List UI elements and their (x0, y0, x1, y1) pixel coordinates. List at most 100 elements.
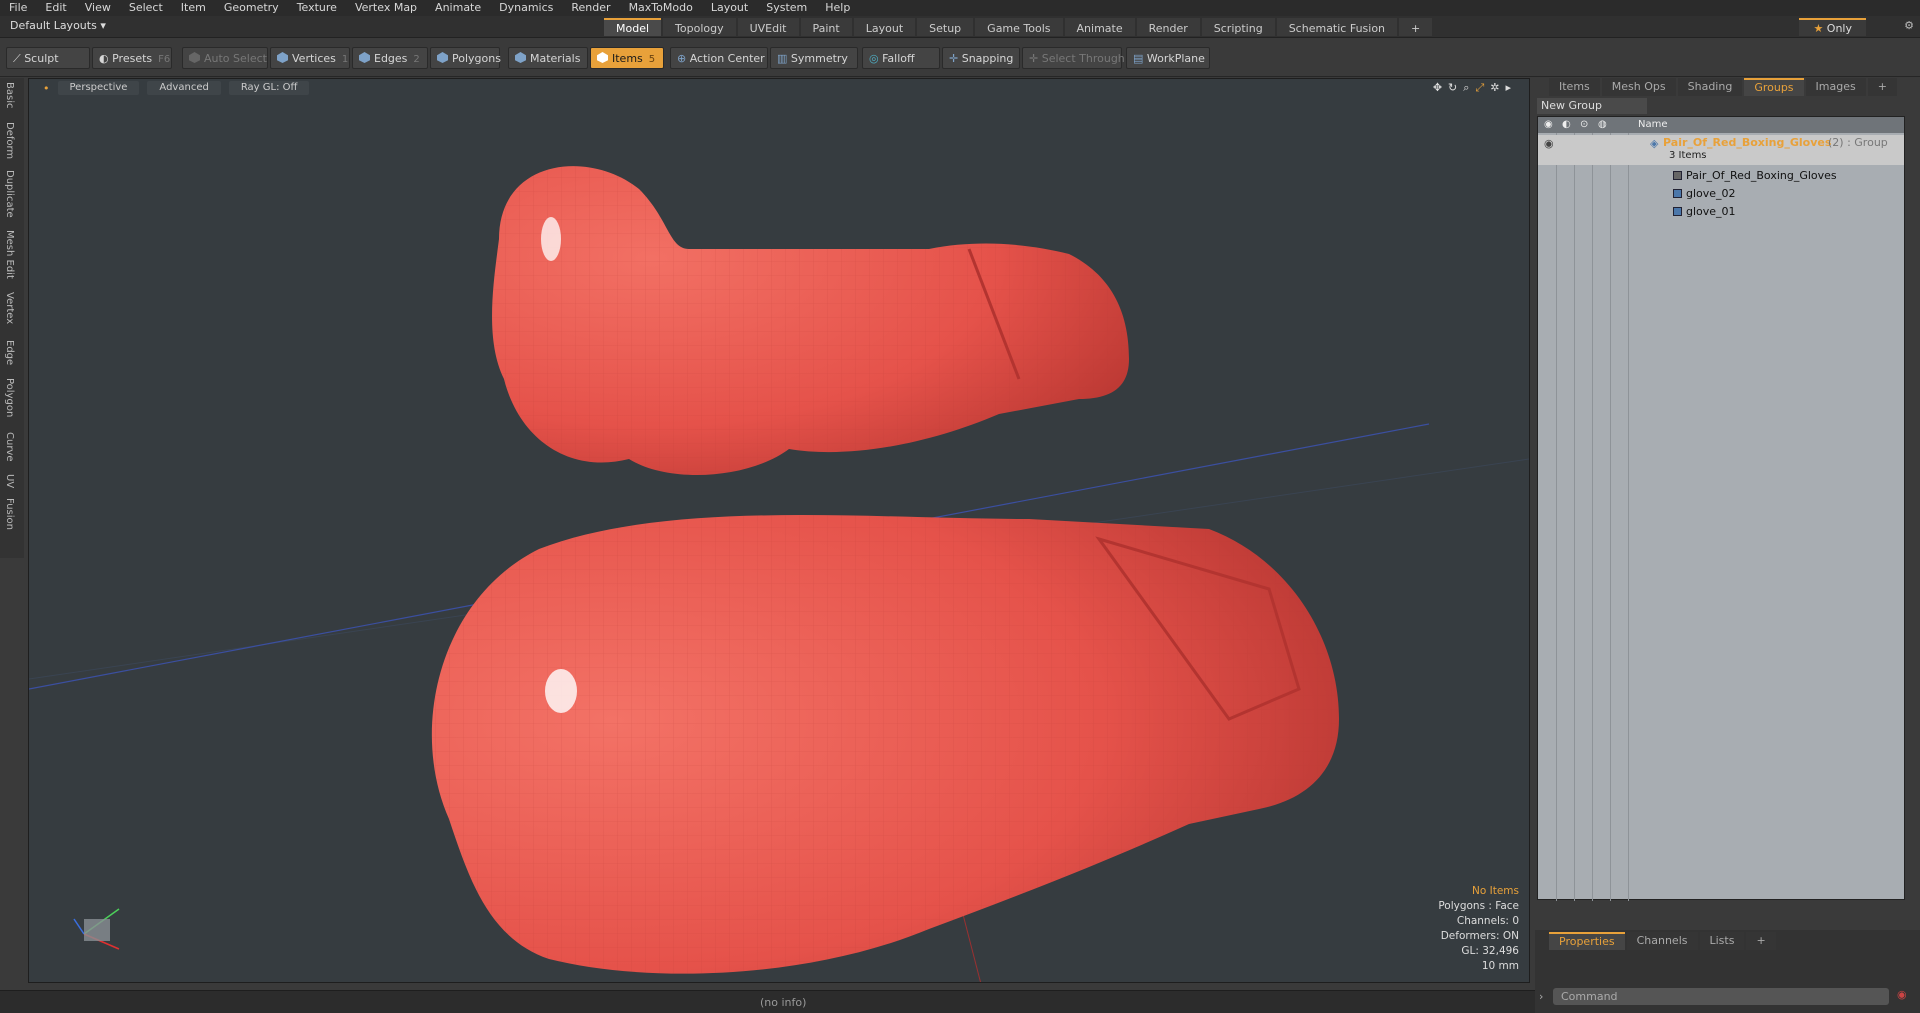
workplane-button[interactable]: ▤ WorkPlane (1126, 47, 1210, 69)
shading-mode-selector[interactable]: Advanced (147, 81, 221, 95)
tab-setup[interactable]: Setup (917, 18, 974, 36)
tab-groups[interactable]: Groups (1744, 78, 1804, 96)
menu-geometry[interactable]: Geometry (215, 0, 288, 16)
tab-mesh-edit[interactable]: Mesh Edit (4, 230, 15, 279)
command-input[interactable]: Command (1553, 988, 1889, 1005)
polygons-button[interactable]: Polygons (430, 47, 501, 69)
tree-item-label: Pair_Of_Red_Boxing_Gloves (1686, 169, 1837, 182)
sculpt-label: Sculpt (24, 52, 59, 65)
add-tab-icon[interactable]: + (1746, 932, 1776, 950)
eye-icon[interactable]: ◉ (1544, 117, 1553, 133)
tab-animate[interactable]: Animate (1064, 18, 1135, 36)
tab-items[interactable]: Items (1549, 78, 1600, 96)
new-group-button[interactable]: New Group (1537, 98, 1647, 114)
workplane-icon: ▤ (1133, 52, 1147, 65)
menu-render[interactable]: Render (562, 0, 619, 16)
symmetry-button[interactable]: ▥ Symmetry (770, 47, 858, 69)
menu-view[interactable]: View (76, 0, 120, 16)
tab-fusion[interactable]: Fusion (4, 498, 15, 530)
zoom-icon[interactable]: ⌕ (1463, 81, 1469, 95)
menu-system[interactable]: System (757, 0, 816, 16)
action-center-button[interactable]: ⊕ Action Center (670, 47, 768, 69)
group-row[interactable]: ◉ ◈ Pair_Of_Red_Boxing_Gloves (2) : Grou… (1538, 135, 1904, 165)
tab-shading[interactable]: Shading (1677, 78, 1743, 96)
tab-scripting[interactable]: Scripting (1201, 18, 1275, 36)
right-panel: Items Mesh Ops Shading Groups Images + N… (1535, 78, 1920, 1013)
tab-uvedit[interactable]: UVEdit (737, 18, 799, 36)
name-column-header[interactable]: Name (1638, 117, 1668, 133)
tab-paint[interactable]: Paint (800, 18, 852, 36)
tab-render[interactable]: Render (1136, 18, 1200, 36)
menu-animate[interactable]: Animate (426, 0, 490, 16)
glove-01-mesh[interactable] (431, 515, 1339, 974)
move-icon[interactable]: ✥ (1433, 81, 1442, 95)
add-tab-icon[interactable]: + (1867, 78, 1897, 96)
play-icon[interactable]: ▸ (1505, 81, 1511, 95)
menu-maxtomodo[interactable]: MaxToModo (620, 0, 702, 16)
expand-arrow-icon[interactable]: › (1539, 990, 1543, 1003)
edges-button[interactable]: Edges 2 (352, 47, 428, 69)
select-through-button[interactable]: ✛ Select Through (1022, 47, 1125, 69)
presets-button[interactable]: ◐ Presets F6 (92, 47, 172, 69)
tree-item[interactable]: glove_02 (1538, 185, 1904, 203)
only-toggle[interactable]: ★ Only (1799, 18, 1866, 36)
sculpt-button[interactable]: ⟋ Sculpt (6, 47, 90, 69)
glove-02-mesh[interactable] (492, 166, 1129, 476)
tree-item-label: glove_01 (1686, 205, 1736, 218)
snapping-button[interactable]: ✛ Snapping (942, 47, 1020, 69)
menu-texture[interactable]: Texture (288, 0, 346, 16)
rotate-icon[interactable]: ↻ (1448, 81, 1457, 95)
menu-vertex-map[interactable]: Vertex Map (346, 0, 426, 16)
layout-selector[interactable]: Default Layouts ▾ (10, 19, 106, 32)
raygl-toggle[interactable]: Ray GL: Off (228, 81, 310, 95)
menu-item[interactable]: Item (172, 0, 215, 16)
tab-mesh-ops[interactable]: Mesh Ops (1601, 78, 1676, 96)
menu-help[interactable]: Help (816, 0, 859, 16)
tab-edge[interactable]: Edge (4, 340, 15, 365)
falloff-label: Falloff (882, 52, 915, 65)
tree-item-label: glove_02 (1686, 187, 1736, 200)
tab-curve[interactable]: Curve (4, 432, 15, 462)
tree-item[interactable]: Pair_Of_Red_Boxing_Gloves (1538, 167, 1904, 185)
gear-icon[interactable]: ⚙ (1904, 19, 1914, 32)
fit-icon[interactable]: ⤢ (1475, 81, 1484, 95)
tab-lists[interactable]: Lists (1699, 932, 1745, 950)
axis-gizmo (73, 908, 120, 950)
tab-polygon[interactable]: Polygon (4, 378, 15, 417)
tab-deform[interactable]: Deform (4, 122, 15, 159)
settings-icon[interactable]: ✲ (1490, 81, 1499, 95)
tab-basic[interactable]: Basic (4, 82, 15, 108)
menu-dynamics[interactable]: Dynamics (490, 0, 562, 16)
tree-item[interactable]: glove_01 (1538, 203, 1904, 221)
menu-layout[interactable]: Layout (702, 0, 757, 16)
3d-viewport[interactable]: • Perspective Advanced Ray GL: Off ✥ ↻ ⌕… (28, 78, 1530, 983)
view-mode-selector[interactable]: Perspective (57, 81, 140, 95)
visibility-eye-icon[interactable]: ◉ (1544, 137, 1554, 150)
menu-select[interactable]: Select (120, 0, 172, 16)
menu-edit[interactable]: Edit (36, 0, 75, 16)
menu-file[interactable]: File (0, 0, 36, 16)
materials-button[interactable]: Materials (508, 47, 588, 69)
viewport-info: No Items Polygons : Face Channels: 0 Def… (1438, 884, 1519, 974)
tab-game-tools[interactable]: Game Tools (975, 18, 1063, 36)
tab-images[interactable]: Images (1805, 78, 1866, 96)
falloff-button[interactable]: ◎ Falloff (862, 47, 940, 69)
tab-layout[interactable]: Layout (853, 18, 916, 36)
lock-icon[interactable]: ◐ (1562, 117, 1571, 133)
tab-properties[interactable]: Properties (1549, 932, 1625, 950)
tab-uv[interactable]: UV (4, 474, 15, 488)
tab-model[interactable]: Model (604, 18, 662, 36)
auto-select-button[interactable]: Auto Select (182, 47, 268, 69)
add-tab-icon[interactable]: + (1399, 18, 1433, 36)
tab-channels[interactable]: Channels (1626, 932, 1698, 950)
tab-topology[interactable]: Topology (663, 18, 736, 36)
group-name: Pair_Of_Red_Boxing_Gloves (1663, 136, 1832, 149)
tab-duplicate[interactable]: Duplicate (4, 170, 15, 218)
render-icon[interactable]: ⊙ (1580, 117, 1588, 133)
items-button[interactable]: Items 5 (590, 47, 664, 69)
record-icon[interactable]: ◉ (1897, 988, 1907, 1001)
tab-schematic-fusion[interactable]: Schematic Fusion (1276, 18, 1398, 36)
vertices-button[interactable]: Vertices 1 (270, 47, 350, 69)
tab-vertex[interactable]: Vertex (4, 292, 15, 324)
select-icon[interactable]: ◍ (1598, 117, 1607, 133)
